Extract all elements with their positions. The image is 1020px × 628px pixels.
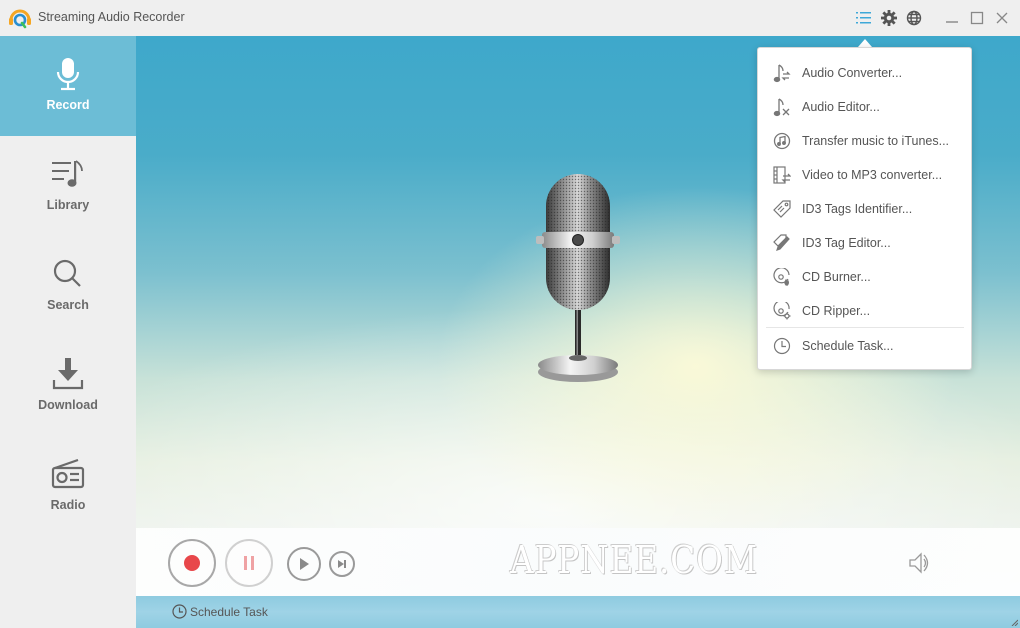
record-icon xyxy=(184,555,200,571)
menu-item-label: ID3 Tag Editor... xyxy=(802,236,891,250)
menu-item-audio-converter[interactable]: Audio Converter... xyxy=(758,56,971,90)
menu-item-audio-editor[interactable]: Audio Editor... xyxy=(758,90,971,124)
skip-next-icon xyxy=(338,560,346,568)
clock-icon xyxy=(772,336,792,356)
sidebar-nav: Record Library Search Download Radio xyxy=(0,36,136,628)
gear-icon[interactable] xyxy=(880,9,898,27)
search-icon xyxy=(50,256,86,292)
menu-item-video-to-mp3[interactable]: Video to MP3 converter... xyxy=(758,158,971,192)
menu-item-id3-editor[interactable]: ID3 Tag Editor... xyxy=(758,226,971,260)
menu-item-transfer-itunes[interactable]: Transfer music to iTunes... xyxy=(758,124,971,158)
menu-item-label: Transfer music to iTunes... xyxy=(802,134,950,148)
pause-button[interactable] xyxy=(225,539,273,587)
cd-rip-icon xyxy=(772,301,792,321)
radio-icon xyxy=(50,456,86,492)
globe-icon[interactable] xyxy=(905,9,923,27)
sidebar-item-library[interactable]: Library xyxy=(0,136,136,236)
sidebar-item-radio[interactable]: Radio xyxy=(0,436,136,536)
menu-caret xyxy=(858,39,872,47)
microphone-illustration xyxy=(536,174,620,382)
volume-button[interactable] xyxy=(909,552,933,574)
menu-item-label: Video to MP3 converter... xyxy=(802,168,943,182)
menu-divider xyxy=(766,327,964,328)
download-icon xyxy=(50,356,86,392)
tag-icon xyxy=(772,199,792,219)
status-strip xyxy=(136,596,1020,628)
sidebar-item-record[interactable]: Record xyxy=(0,36,136,136)
microphone-icon xyxy=(50,56,86,92)
record-button[interactable] xyxy=(168,539,216,587)
skip-next-button[interactable] xyxy=(329,551,355,577)
play-button[interactable] xyxy=(287,547,321,581)
minimize-icon[interactable] xyxy=(943,9,961,27)
audio-convert-icon xyxy=(772,63,792,83)
menu-item-label: Audio Editor... xyxy=(802,100,880,114)
film-convert-icon xyxy=(772,165,792,185)
pause-icon xyxy=(244,556,254,570)
menu-item-id3-identifier[interactable]: ID3 Tags Identifier... xyxy=(758,192,971,226)
tools-dropdown-menu: Audio Converter... Audio Editor... Trans… xyxy=(757,47,972,370)
sidebar-item-label: Download xyxy=(38,398,98,412)
sidebar-item-label: Radio xyxy=(50,498,86,512)
play-icon xyxy=(300,558,309,570)
menu-item-label: CD Ripper... xyxy=(802,304,871,318)
app-logo-icon xyxy=(9,9,31,29)
audio-edit-icon xyxy=(772,97,792,117)
music-note-circle-icon xyxy=(772,131,792,151)
cd-burn-icon xyxy=(772,267,792,287)
music-list-icon xyxy=(50,156,86,192)
resize-grip-icon[interactable] xyxy=(1010,618,1018,626)
menu-item-cd-burner[interactable]: CD Burner... xyxy=(758,260,971,294)
app-window: Streaming Audio Recorder Record Library … xyxy=(0,0,1020,628)
maximize-icon[interactable] xyxy=(968,9,986,27)
schedule-task-label: Schedule Task xyxy=(190,604,268,619)
menu-item-label: ID3 Tags Identifier... xyxy=(802,202,913,216)
sidebar-item-search[interactable]: Search xyxy=(0,236,136,336)
watermark-text: APPNEE.COM xyxy=(510,538,759,582)
menu-item-label: Audio Converter... xyxy=(802,66,903,80)
title-bar: Streaming Audio Recorder xyxy=(0,0,1020,36)
menu-item-schedule-task[interactable]: Schedule Task... xyxy=(758,329,971,363)
clock-icon xyxy=(172,604,187,619)
sidebar-item-label: Search xyxy=(47,298,89,312)
menu-item-label: CD Burner... xyxy=(802,270,871,284)
menu-item-label: Schedule Task... xyxy=(802,339,894,353)
close-icon[interactable] xyxy=(993,9,1011,27)
speaker-icon xyxy=(909,552,929,574)
menu-item-cd-ripper[interactable]: CD Ripper... xyxy=(758,294,971,328)
tag-pencil-icon xyxy=(772,233,792,253)
schedule-task-link[interactable]: Schedule Task xyxy=(172,604,268,619)
sidebar-item-label: Record xyxy=(46,98,90,112)
sidebar-item-label: Library xyxy=(46,198,90,212)
menu-list-icon[interactable] xyxy=(855,9,873,27)
sidebar-item-download[interactable]: Download xyxy=(0,336,136,436)
app-title: Streaming Audio Recorder xyxy=(38,10,185,24)
